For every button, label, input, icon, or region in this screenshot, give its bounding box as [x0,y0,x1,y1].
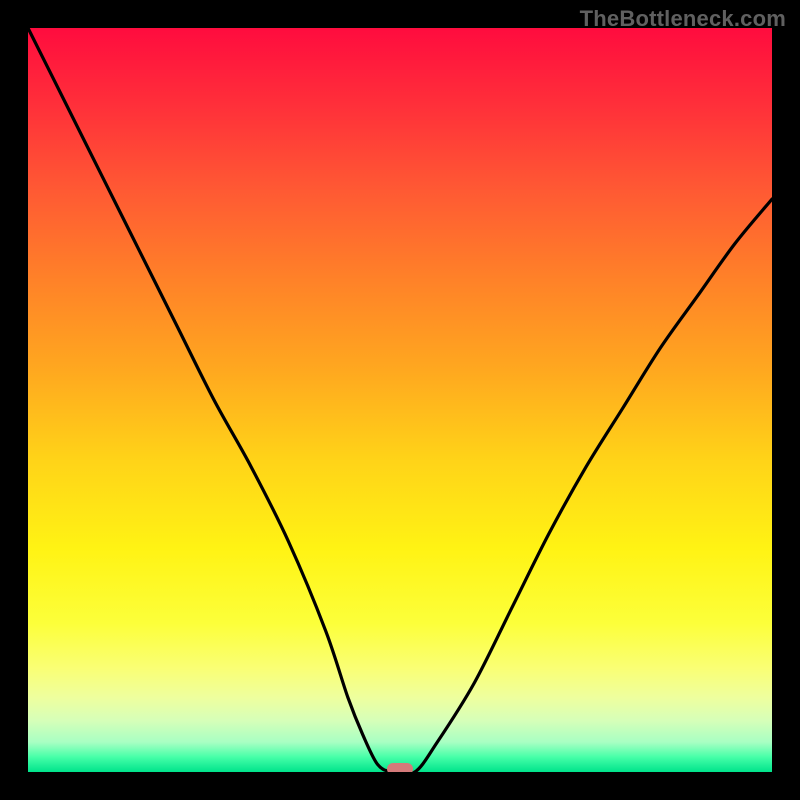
bottleneck-curve [28,28,772,772]
optimal-marker [387,763,413,772]
plot-area [28,28,772,772]
chart-frame: TheBottleneck.com [0,0,800,800]
watermark-text: TheBottleneck.com [580,6,786,32]
